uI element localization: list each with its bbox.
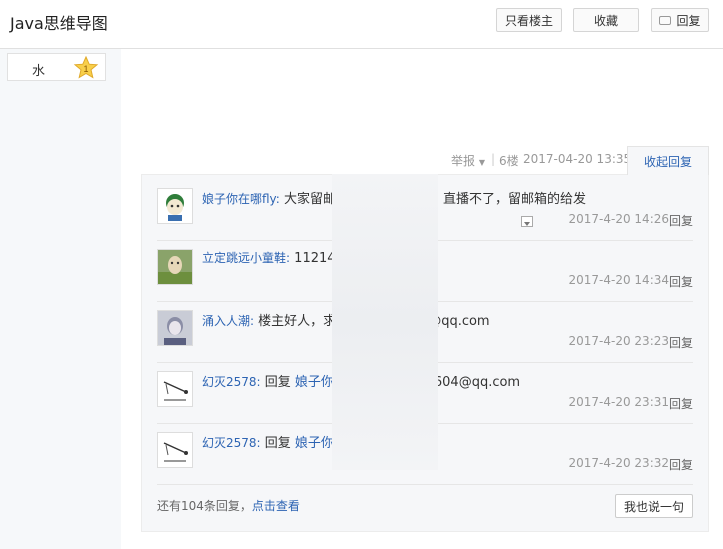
reply-content: 大家留邮 (279, 192, 336, 207)
avatar[interactable] (157, 249, 193, 285)
reply-link[interactable]: 回复 (669, 334, 693, 351)
divider (157, 484, 693, 485)
reply-time: 2017-4-20 23:32 (568, 456, 670, 470)
reply-time: 2017-4-20 14:26 (568, 212, 670, 226)
comment-icon (659, 15, 672, 25)
caret-down-icon: ▼ (478, 158, 485, 167)
reply-link[interactable]: 回复 (669, 456, 693, 473)
report-label: 举报 (451, 154, 476, 168)
reply-username[interactable]: 幻灭2578: (202, 436, 261, 450)
reply-username[interactable]: 涌入人潮: (202, 314, 254, 328)
reply-content: 回复 (260, 436, 295, 451)
privacy-blur (332, 174, 438, 470)
author-sidebar (0, 49, 121, 549)
reply-button-label: 回复 (676, 13, 701, 28)
page-title: Java思维导图 (10, 14, 108, 33)
reply-content: 604@qq.com (433, 375, 521, 390)
level-badge[interactable]: 水 1 (7, 53, 106, 81)
more-replies-count: 还有104条回复， (157, 499, 252, 513)
avatar[interactable] (157, 371, 193, 407)
reply-text: 幻灭2578: 回复 娘子你 (202, 432, 334, 451)
post-datetime: 2017-04-20 13:35 (523, 152, 632, 166)
reply-link[interactable]: 回复 (669, 212, 693, 229)
reply-time: 2017-4-20 23:31 (568, 395, 670, 409)
favorite-button[interactable]: 收藏 (573, 8, 639, 32)
view-more-link[interactable]: 点击查看 (252, 499, 300, 513)
floor-number: 6楼 (499, 154, 519, 168)
reply-button[interactable]: 回复 (651, 8, 709, 32)
reply-content: 楼主好人，求 (254, 314, 337, 329)
reply-content: 11214 (290, 251, 336, 266)
mention-link[interactable]: 娘子你 (295, 375, 334, 390)
reply-time: 2017-4-20 23:23 (568, 334, 670, 348)
badge-level: 1 (83, 64, 88, 74)
dropdown-icon[interactable] (521, 216, 533, 227)
reply-text: 立定跳远小童鞋: 11214 (202, 249, 336, 266)
comment-button[interactable]: 我也说一句 (615, 494, 693, 518)
only-op-button[interactable]: 只看楼主 (496, 8, 562, 32)
meta-divider: | (491, 152, 496, 166)
more-replies: 还有104条回复，点击查看 (157, 497, 300, 514)
mention-link[interactable]: 娘子你 (295, 436, 334, 451)
reply-username[interactable]: 立定跳远小童鞋: (202, 251, 290, 265)
top-bar: Java思维导图 只看楼主 收藏 回复 (0, 0, 723, 49)
badge-label: 水 (32, 64, 46, 79)
collapse-replies-button[interactable]: 收起回复 (627, 146, 709, 175)
reply-username[interactable]: 娘子你在哪fly: (202, 192, 280, 206)
reply-link[interactable]: 回复 (669, 395, 693, 412)
avatar[interactable] (157, 310, 193, 346)
reply-time: 2017-4-20 14:34 (568, 273, 670, 287)
avatar[interactable] (157, 432, 193, 468)
report-link[interactable]: 举报 ▼ (451, 152, 485, 169)
star-icon: 1 (73, 55, 99, 79)
reply-link[interactable]: 回复 (669, 273, 693, 290)
avatar[interactable] (157, 188, 193, 224)
reply-content: 回复 (260, 375, 295, 390)
reply-username[interactable]: 幻灭2578: (202, 375, 261, 389)
